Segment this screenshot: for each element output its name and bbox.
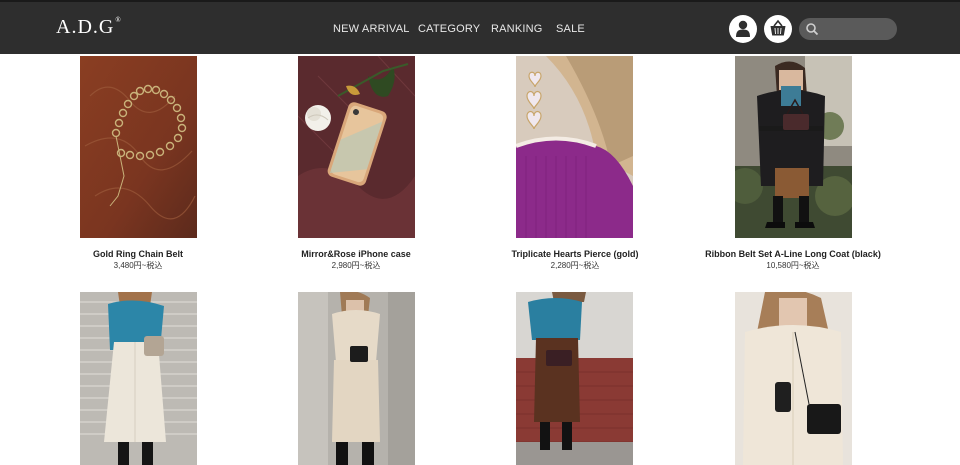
product-name[interactable]: Mirror&Rose iPhone case [246, 249, 466, 259]
search-box[interactable] [799, 18, 897, 40]
cart-basket-icon [770, 19, 786, 36]
product-price: 3,480円~税込 [113, 261, 163, 270]
product-name[interactable]: Triplicate Hearts Pierce (gold) [465, 249, 685, 259]
nav-new-arrival[interactable]: NEW ARRIVAL [333, 23, 410, 35]
product-image-gold-ring-chain-belt[interactable] [80, 56, 197, 238]
product-image-mirror-rose-iphone-case[interactable] [298, 56, 415, 238]
product-image[interactable] [735, 292, 852, 465]
product-image-ribbon-belt-long-coat[interactable] [735, 56, 852, 238]
product-image[interactable] [298, 292, 415, 465]
search-input[interactable] [823, 21, 891, 37]
cart-button[interactable] [764, 15, 792, 43]
product-price: 2,980円~税込 [331, 261, 381, 270]
user-icon [736, 20, 750, 37]
product-price: 2,280円~税込 [550, 261, 600, 270]
product-image[interactable] [516, 292, 633, 465]
nav-sale[interactable]: SALE [556, 23, 585, 35]
product-name[interactable]: Ribbon Belt Set A-Line Long Coat (black) [683, 249, 903, 259]
search-icon [806, 23, 819, 36]
product-name[interactable]: Gold Ring Chain Belt [28, 249, 248, 259]
product-image-triplicate-hearts-pierce[interactable] [516, 56, 633, 238]
product-price: 10,580円~税込 [766, 261, 820, 270]
product-image[interactable] [80, 292, 197, 465]
nav-category[interactable]: CATEGORY [418, 23, 480, 35]
account-button[interactable] [729, 15, 757, 43]
site-header: A.D.G® NEW ARRIVAL CATEGORY RANKING SALE [0, 0, 960, 54]
nav-ranking[interactable]: RANKING [491, 23, 543, 35]
